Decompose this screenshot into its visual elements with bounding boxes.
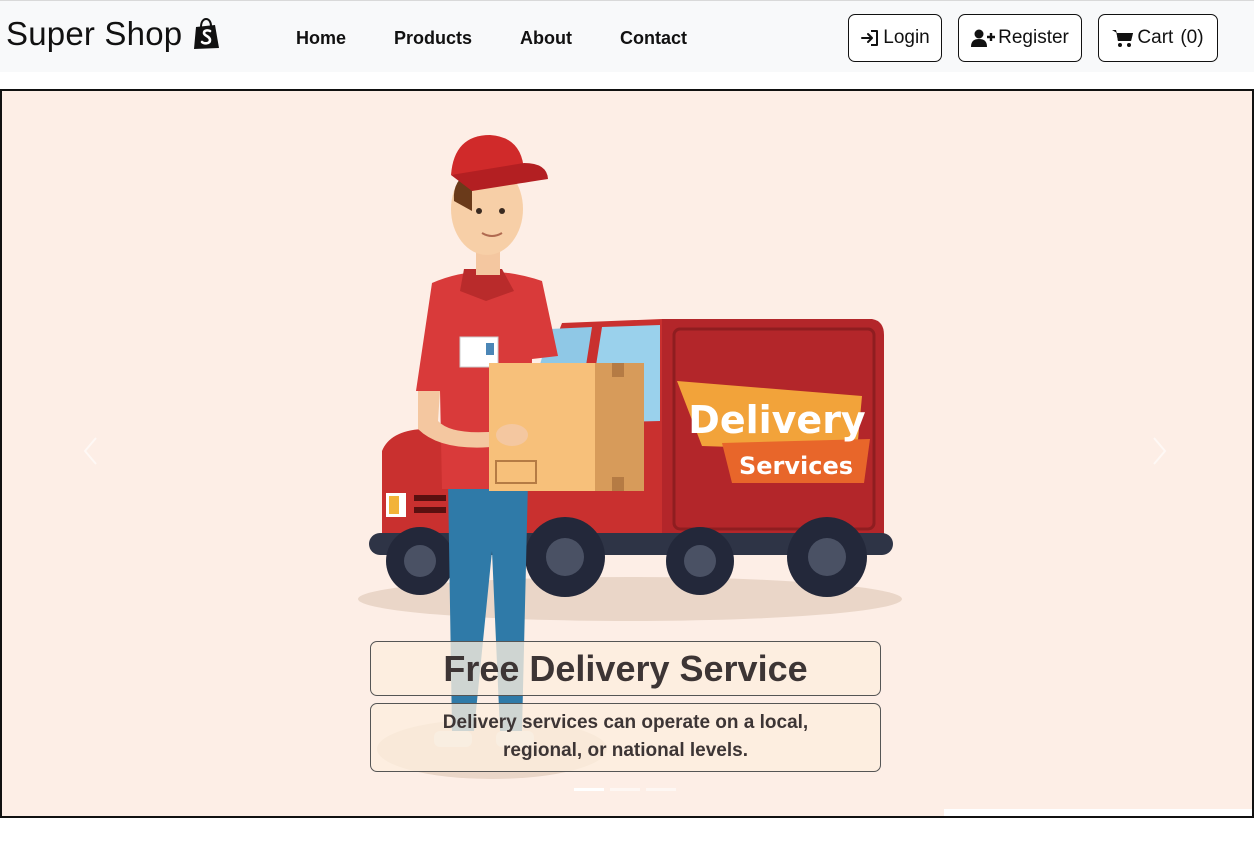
user-plus-icon	[971, 29, 996, 47]
login-button[interactable]: Login	[848, 14, 942, 62]
cart-button[interactable]: Cart (0)	[1098, 14, 1218, 62]
image-edge-strip	[944, 809, 1252, 816]
van-sign-line2: Services	[739, 452, 853, 480]
login-label: Login	[883, 27, 930, 48]
chevron-left-icon	[83, 437, 97, 465]
navbar: Super Shop Home Products About Contact L…	[0, 0, 1254, 72]
nav-links: Home Products About Contact	[296, 28, 687, 49]
nav-link-products[interactable]: Products	[394, 28, 472, 49]
nav-link-about[interactable]: About	[520, 28, 572, 49]
register-label: Register	[998, 27, 1069, 48]
cart-count: (0)	[1180, 27, 1204, 48]
nav-link-contact[interactable]: Contact	[620, 28, 687, 49]
cart-label: Cart	[1137, 27, 1174, 48]
chevron-right-icon	[1153, 437, 1167, 465]
carousel-caption-title: Free Delivery Service	[370, 641, 881, 696]
nav-link-home[interactable]: Home	[296, 28, 346, 49]
carousel-indicator[interactable]	[610, 788, 640, 791]
hero-carousel: Delivery Services Free Delivery Service …	[0, 89, 1254, 818]
carousel-indicators	[574, 788, 676, 791]
register-button[interactable]: Register	[958, 14, 1082, 62]
caption-subtitle-line2: regional, or national levels.	[503, 740, 748, 761]
shopify-bag-icon	[194, 18, 220, 49]
carousel-caption-subtitle: Delivery services can operate on a local…	[370, 703, 881, 772]
sign-in-icon	[861, 30, 879, 46]
carousel-next-button[interactable]	[1140, 421, 1180, 481]
carousel-prev-button[interactable]	[70, 421, 110, 481]
van-sign-line1: Delivery	[688, 398, 866, 442]
carousel-indicator[interactable]	[574, 788, 604, 791]
brand-logo[interactable]: Super Shop	[6, 15, 220, 53]
caption-subtitle-line1: Delivery services can operate on a local…	[442, 712, 809, 733]
shopping-cart-icon	[1112, 30, 1134, 47]
carousel-indicator[interactable]	[646, 788, 676, 791]
brand-name: Super Shop	[6, 15, 183, 52]
